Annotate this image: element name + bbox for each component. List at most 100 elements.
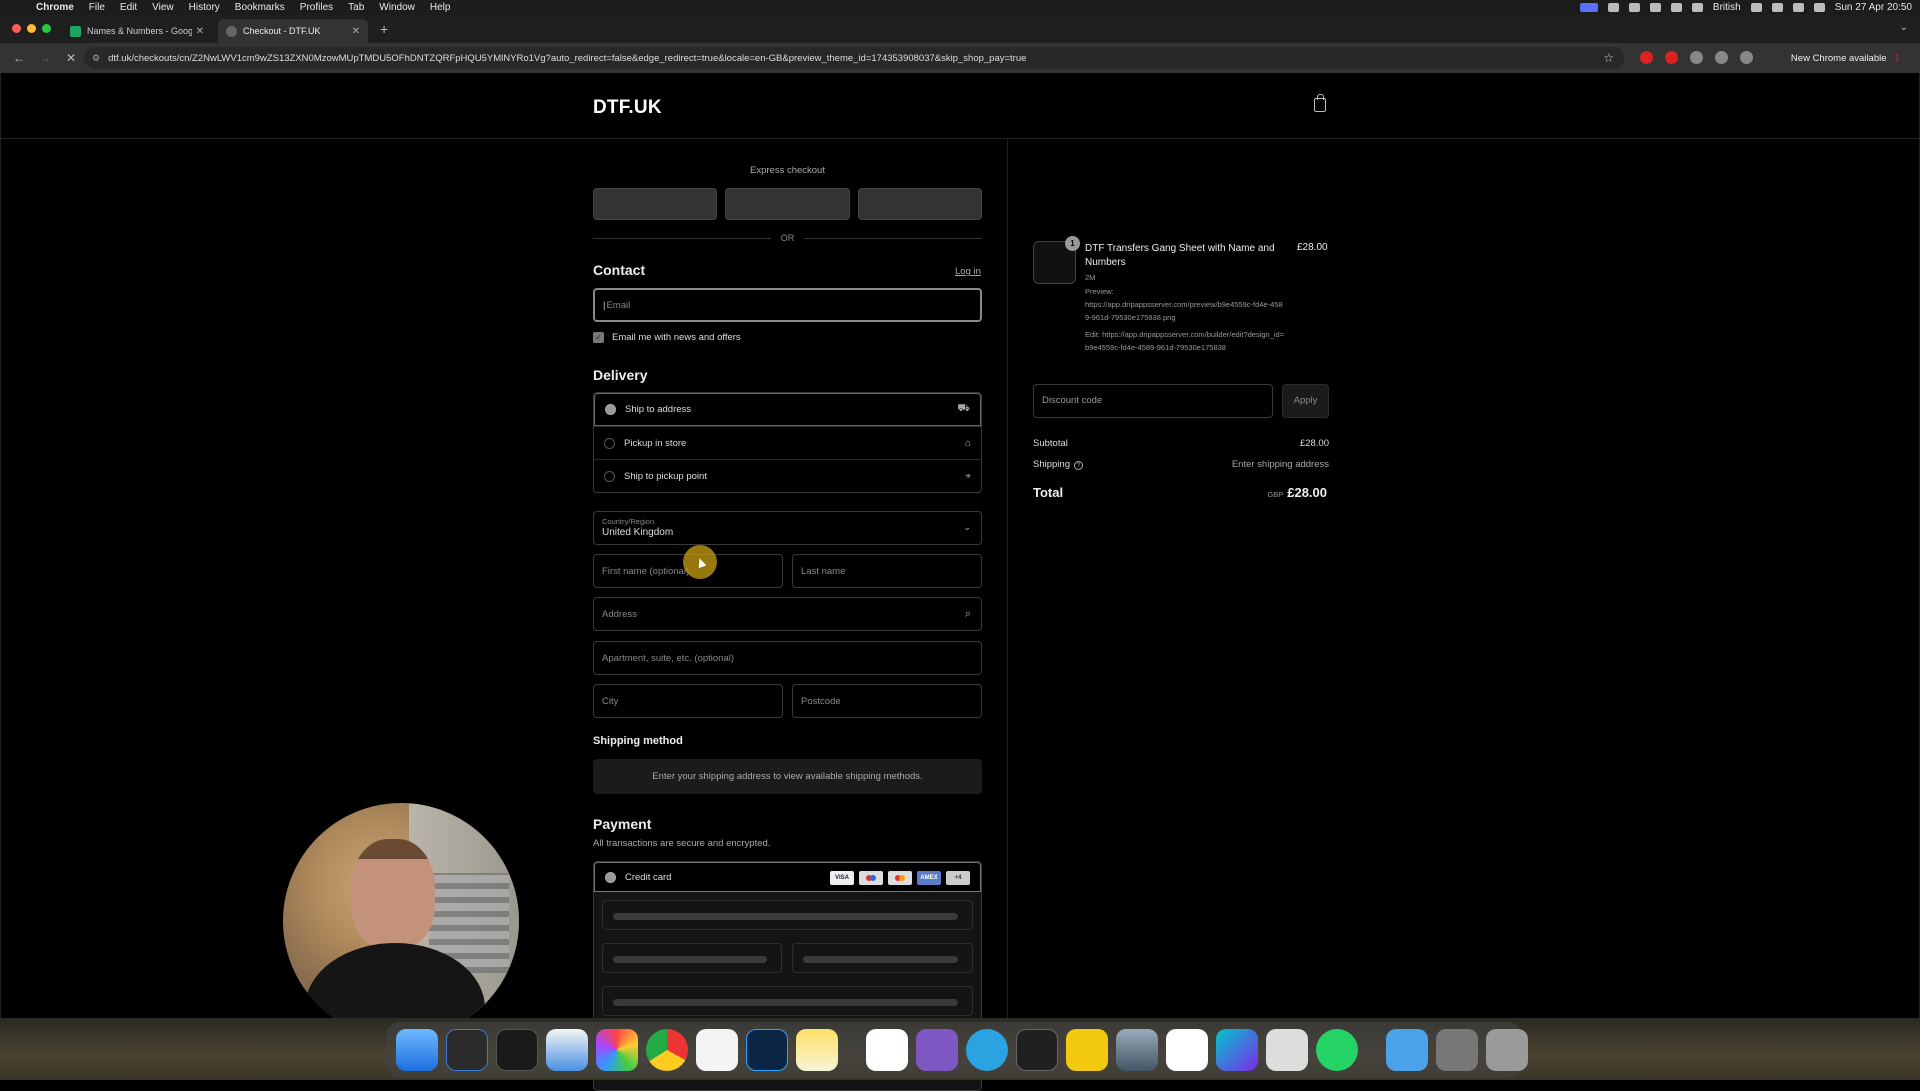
- window-controls: [12, 24, 51, 33]
- city-field[interactable]: City: [593, 684, 783, 718]
- terminal-icon[interactable]: [496, 1029, 538, 1071]
- screen-record-icon[interactable]: [1579, 3, 1598, 12]
- address-field[interactable]: Address ⌕: [593, 597, 982, 631]
- menu-app-name[interactable]: Chrome: [36, 2, 74, 13]
- radio-icon[interactable]: [604, 470, 615, 482]
- address-bar[interactable]: ⚙ dtf.uk/checkouts/cn/Z2NwLWV1cm9wZS13ZX…: [84, 47, 1624, 69]
- update-chrome-button[interactable]: New Chrome available ⋮: [1791, 49, 1902, 67]
- tab-checkout[interactable]: Checkout - DTF.UK ✕: [218, 19, 368, 43]
- printer-icon[interactable]: [1266, 1029, 1308, 1071]
- menu-file[interactable]: File: [89, 2, 105, 13]
- radio-icon[interactable]: [604, 437, 615, 449]
- menu-help[interactable]: Help: [430, 2, 451, 13]
- country-select[interactable]: Country/Region United Kingdom ⌄: [593, 511, 982, 545]
- clock[interactable]: Sun 27 Apr 20:50: [1835, 2, 1912, 13]
- volume-icon[interactable]: [1670, 3, 1682, 12]
- puzzle-icon[interactable]: [1715, 51, 1728, 64]
- menu-profiles[interactable]: Profiles: [300, 2, 333, 13]
- radio-selected-icon[interactable]: [605, 871, 616, 883]
- minimize-window-icon[interactable]: [27, 24, 36, 33]
- discount-code-field[interactable]: Discount code: [1033, 384, 1273, 418]
- stop-loading-icon[interactable]: ✕: [64, 51, 78, 65]
- delivery-option-ship[interactable]: Ship to address ⛟: [594, 393, 981, 426]
- menu-edit[interactable]: Edit: [120, 2, 137, 13]
- delivery-option-pickup-point[interactable]: Ship to pickup point ⌖: [594, 459, 981, 492]
- finder-icon[interactable]: [396, 1029, 438, 1071]
- notes-icon[interactable]: [796, 1029, 838, 1071]
- email-field[interactable]: | Email: [593, 288, 982, 322]
- trash-icon[interactable]: [1486, 1029, 1528, 1071]
- apply-discount-button[interactable]: Apply: [1282, 384, 1329, 418]
- site-header: DTF.UK: [1, 73, 1920, 139]
- zoom-window-icon[interactable]: [42, 24, 51, 33]
- menu-history[interactable]: History: [189, 2, 220, 13]
- wifi-icon[interactable]: [1649, 3, 1661, 12]
- control-center-icon[interactable]: [1813, 3, 1825, 12]
- numbers-icon[interactable]: [546, 1029, 588, 1071]
- bluetooth-icon[interactable]: [1750, 3, 1762, 12]
- last-name-field[interactable]: Last name: [792, 554, 982, 588]
- chatgpt-icon[interactable]: [1016, 1029, 1058, 1071]
- express-pay-button[interactable]: [857, 188, 982, 220]
- express-pay-button[interactable]: [593, 188, 718, 220]
- slack-icon[interactable]: [1166, 1029, 1208, 1071]
- tab-close-icon[interactable]: ✕: [352, 26, 360, 37]
- input-source-label[interactable]: British: [1713, 2, 1741, 13]
- help-icon[interactable]: ?: [1073, 461, 1083, 470]
- store-logo[interactable]: DTF.UK: [593, 97, 662, 119]
- photos-icon[interactable]: [596, 1029, 638, 1071]
- radio-selected-icon[interactable]: [605, 404, 616, 415]
- url-text[interactable]: dtf.uk/checkouts/cn/Z2NwLWV1cm9wZS13ZXN0…: [108, 53, 1026, 64]
- express-pay-button[interactable]: [725, 188, 850, 220]
- product-preview: Preview: https://app.dripappsserver.com/…: [1085, 285, 1285, 324]
- reminders-icon[interactable]: [696, 1029, 738, 1071]
- tab-names-numbers[interactable]: Names & Numbers - Google ✕: [62, 19, 212, 43]
- forward-icon[interactable]: →: [38, 51, 52, 65]
- telegram-icon[interactable]: [966, 1029, 1008, 1071]
- credit-card-option[interactable]: Credit card VISA AMEX +4: [594, 862, 981, 892]
- newsletter-checkbox-row[interactable]: ✓ Email me with news and offers: [593, 332, 741, 343]
- log-in-link[interactable]: Log in: [955, 266, 981, 277]
- profile-avatar-icon[interactable]: [1740, 51, 1753, 64]
- extension-icon[interactable]: [1690, 51, 1703, 64]
- menu-tab[interactable]: Tab: [348, 2, 364, 13]
- menu-view[interactable]: View: [152, 2, 174, 13]
- back-icon[interactable]: ←: [12, 51, 26, 65]
- viber-icon[interactable]: [916, 1029, 958, 1071]
- tab-close-icon[interactable]: ✕: [196, 26, 204, 37]
- close-window-icon[interactable]: [12, 24, 21, 33]
- checkbox-checked-icon[interactable]: ✓: [593, 332, 604, 343]
- new-tab-icon[interactable]: +: [380, 21, 388, 37]
- postcode-field[interactable]: Postcode: [792, 684, 982, 718]
- keyboard-icon[interactable]: [1691, 3, 1703, 12]
- cloud-icon[interactable]: [1607, 3, 1619, 12]
- miro-icon[interactable]: [1066, 1029, 1108, 1071]
- search-icon[interactable]: [1792, 3, 1804, 12]
- menu-bookmarks[interactable]: Bookmarks: [235, 2, 285, 13]
- extension-icon[interactable]: [1640, 51, 1653, 64]
- extension-icon[interactable]: [1665, 51, 1678, 64]
- shipping-method-message: Enter your shipping address to view avai…: [593, 759, 982, 794]
- photoshop-icon[interactable]: [746, 1029, 788, 1071]
- apartment-field[interactable]: Apartment, suite, etc. (optional): [593, 641, 982, 675]
- express-checkout-buttons: [593, 188, 982, 220]
- kebab-menu-icon[interactable]: ⋮: [1893, 53, 1903, 64]
- whatsapp-icon[interactable]: [1316, 1029, 1358, 1071]
- notes-icon[interactable]: [1628, 3, 1640, 12]
- delivery-option-pickup-store[interactable]: Pickup in store ⌂: [594, 426, 981, 459]
- payment-subtitle: All transactions are secure and encrypte…: [593, 838, 771, 849]
- battery-icon[interactable]: [1771, 3, 1783, 12]
- menu-window[interactable]: Window: [379, 2, 415, 13]
- preview-icon[interactable]: [1116, 1029, 1158, 1071]
- shopping-bag-icon[interactable]: [1314, 94, 1326, 112]
- delivery-option-label: Ship to address: [625, 404, 692, 415]
- vscode-icon[interactable]: [446, 1029, 488, 1071]
- chrome-icon[interactable]: [646, 1029, 688, 1071]
- canva-icon[interactable]: [1216, 1029, 1258, 1071]
- notion-icon[interactable]: [866, 1029, 908, 1071]
- documents-stack-icon[interactable]: [1436, 1029, 1478, 1071]
- bookmark-star-icon[interactable]: ☆: [1603, 51, 1614, 65]
- site-info-icon[interactable]: ⚙: [92, 53, 100, 64]
- tab-search-chevron-icon[interactable]: ⌄: [1900, 22, 1908, 33]
- downloads-folder-icon[interactable]: [1386, 1029, 1428, 1071]
